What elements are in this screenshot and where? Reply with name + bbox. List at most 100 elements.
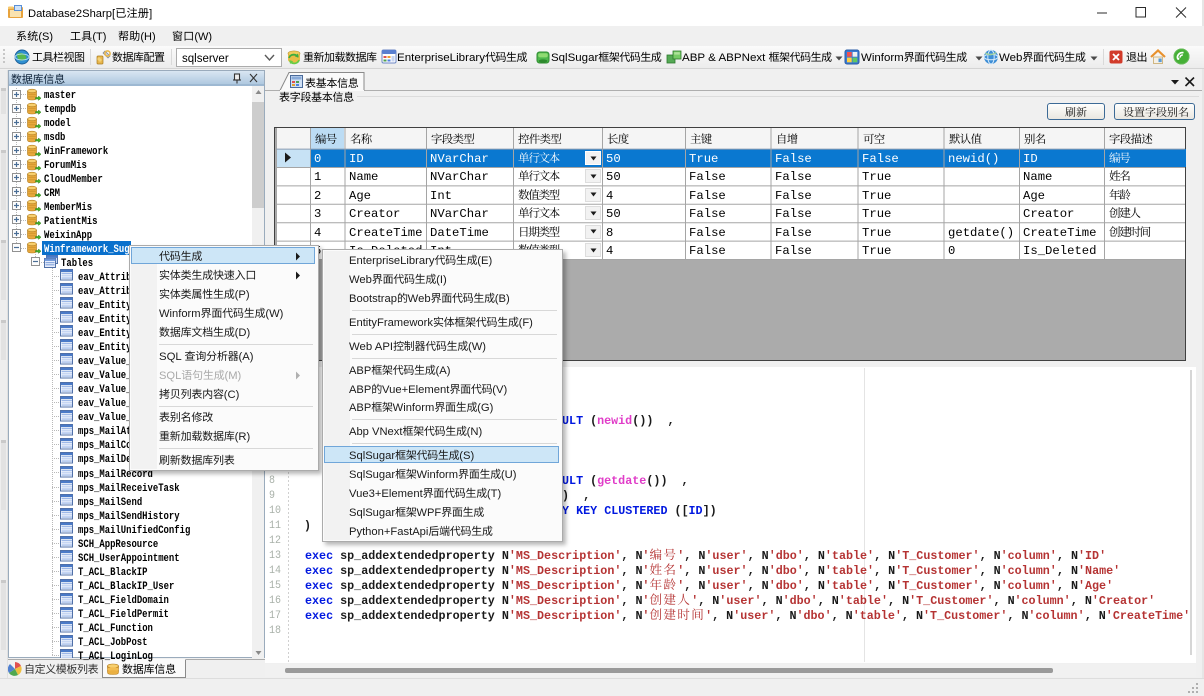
- svg-text:'dbo': 'dbo': [769, 564, 804, 578]
- svg-text:(D): (D): [234, 327, 250, 339]
- svg-text:N: N: [495, 594, 509, 608]
- svg-text:sp_addextendedproperty: sp_addextendedproperty: [340, 609, 495, 623]
- svg-text:, N: , N: [874, 549, 895, 563]
- svg-text:Is_Deleted: Is_Deleted: [1023, 244, 1097, 258]
- svg-text:getdate: getdate: [597, 474, 646, 488]
- svg-text:, N: , N: [994, 594, 1015, 608]
- svg-text:N: N: [495, 609, 509, 623]
- svg-text:Web: Web: [999, 52, 1022, 64]
- svg-text:CRM: CRM: [44, 188, 60, 200]
- svg-text:Winform: Winform: [417, 469, 459, 481]
- svg-text:T_ACL_FieldDomain: T_ACL_FieldDomain: [78, 595, 169, 607]
- svg-text:'T_Customer': 'T_Customer': [895, 549, 979, 563]
- svg-text:Winform: Winform: [861, 52, 904, 64]
- svg-text:Creator: Creator: [1023, 207, 1074, 221]
- svg-text:]): ]): [703, 504, 717, 518]
- svg-text:getdate(): getdate(): [948, 226, 1014, 240]
- svg-text:True: True: [862, 207, 891, 221]
- svg-text:Abp VNext: Abp VNext: [349, 426, 403, 438]
- svg-text:, N: , N: [1008, 609, 1029, 623]
- svg-text:ID: ID: [1023, 152, 1038, 166]
- svg-text:'column': 'column': [1001, 579, 1057, 593]
- svg-text:True: True: [862, 244, 891, 258]
- svg-text:ULT: ULT: [562, 414, 583, 428]
- svg-text:EntityFramework: EntityFramework: [349, 317, 433, 329]
- svg-text:(M): (M): [224, 370, 241, 382]
- svg-text:'T_Customer': 'T_Customer': [909, 594, 993, 608]
- svg-text:13: 13: [269, 550, 281, 562]
- svg-text:, N: , N: [980, 564, 1001, 578]
- svg-text:False: False: [689, 207, 726, 221]
- svg-text:msdb: msdb: [44, 132, 66, 144]
- svg-text:EnterpriseLibrary: EnterpriseLibrary: [397, 52, 486, 64]
- svg-text:'user': 'user': [733, 609, 775, 623]
- svg-text:mps_MailReceiveTask: mps_MailReceiveTask: [78, 483, 180, 495]
- svg-text:ID: ID: [689, 504, 703, 518]
- svg-text:ABP: ABP: [349, 402, 371, 414]
- svg-text:Winform: Winform: [159, 308, 201, 320]
- svg-text:'dbo': 'dbo': [797, 609, 832, 623]
- svg-text:(V): (V): [493, 384, 508, 396]
- svg-text:False: False: [689, 244, 726, 258]
- svg-text:Age: Age: [1023, 189, 1045, 203]
- svg-text:sqlserver: sqlserver: [182, 53, 229, 65]
- svg-text:'table': 'table': [825, 579, 874, 593]
- svg-text:False: False: [775, 170, 812, 184]
- svg-text:Bootstrap: Bootstrap: [349, 293, 397, 305]
- svg-text:(G): (G): [477, 402, 493, 414]
- svg-text:'Creator': 'Creator': [1092, 594, 1155, 608]
- svg-text:Vue+Element: Vue+Element: [382, 384, 449, 396]
- svg-text:'MS_Description': 'MS_Description': [509, 594, 622, 608]
- svg-text:(A): (A): [436, 365, 451, 377]
- svg-text:'table': 'table': [853, 609, 902, 623]
- svg-text:(I): (I): [436, 274, 447, 286]
- svg-text:, N: , N: [980, 579, 1001, 593]
- svg-text:, N: , N: [902, 609, 923, 623]
- svg-text:(C): (C): [223, 389, 239, 401]
- svg-text:N: N: [495, 579, 509, 593]
- svg-text:(T): (T): [92, 31, 106, 43]
- svg-text:, N: , N: [1085, 609, 1106, 623]
- svg-text:master: master: [44, 90, 76, 102]
- svg-text:': ': [705, 609, 712, 623]
- svg-text:SQL: SQL: [159, 351, 185, 363]
- svg-text:Web API: Web API: [349, 341, 393, 353]
- svg-text:sp_addextendedproperty: sp_addextendedproperty: [340, 549, 495, 563]
- svg-text:(T): (T): [487, 488, 501, 500]
- svg-text:, N: , N: [762, 594, 783, 608]
- svg-text:Database2Sharp[: Database2Sharp[: [28, 8, 116, 20]
- svg-text:(: (: [583, 414, 597, 428]
- svg-text:SCH_UserAppointment: SCH_UserAppointment: [78, 553, 180, 565]
- svg-text:Age: Age: [349, 189, 371, 203]
- svg-text:]: ]: [149, 8, 152, 20]
- svg-text:, N: , N: [748, 564, 769, 578]
- svg-text:()) ,: ()) ,: [647, 474, 689, 488]
- svg-text:': ': [643, 549, 650, 563]
- svg-text:'ID': 'ID': [1078, 549, 1106, 563]
- svg-text:(W): (W): [265, 308, 283, 320]
- svg-text:2: 2: [314, 189, 321, 203]
- svg-text:ABP & ABPNext: ABP & ABPNext: [682, 52, 769, 64]
- svg-text:, N: , N: [776, 609, 797, 623]
- svg-text:9: 9: [269, 490, 275, 502]
- svg-text:': ': [677, 579, 684, 593]
- svg-text:(B): (B): [495, 293, 510, 305]
- svg-text:, N: , N: [1057, 549, 1078, 563]
- svg-text:8: 8: [606, 226, 613, 240]
- svg-text:ULT: ULT: [562, 474, 583, 488]
- svg-text:N: N: [495, 564, 509, 578]
- svg-text:True: True: [862, 189, 891, 203]
- svg-text:, N: , N: [804, 549, 825, 563]
- svg-text:T_ACL_LoginLog: T_ACL_LoginLog: [78, 651, 153, 663]
- svg-text:()) ,: ()) ,: [633, 414, 675, 428]
- svg-text:': ': [643, 579, 650, 593]
- svg-text:False: False: [775, 207, 812, 221]
- svg-text:Winform: Winform: [393, 402, 435, 414]
- svg-text:14: 14: [269, 565, 281, 577]
- svg-text:) ,: ) ,: [562, 489, 590, 503]
- svg-text:'T_Customer': 'T_Customer': [895, 564, 979, 578]
- svg-text:sp_addextendedproperty: sp_addextendedproperty: [340, 579, 495, 593]
- svg-text:Y KEY CLUSTERED: Y KEY CLUSTERED: [562, 504, 668, 518]
- svg-text:Name: Name: [1023, 170, 1052, 184]
- svg-text:15: 15: [269, 580, 281, 592]
